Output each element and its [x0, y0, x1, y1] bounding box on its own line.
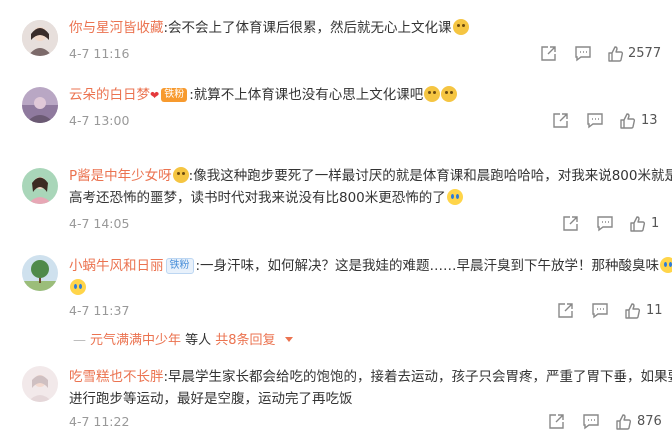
doge-emoji-icon — [441, 86, 458, 102]
username-link[interactable]: P酱是中年少女呀 — [69, 168, 172, 184]
share-icon[interactable] — [562, 215, 579, 232]
chevron-down-icon[interactable] — [284, 332, 294, 347]
comment-body: :早晨学生家长都会给吃的饱饱的，接着去运动，孩子只会胃疼，严重了胃下垂，如果要 — [163, 369, 672, 385]
doge-emoji-icon — [452, 19, 469, 35]
comment-body: :就算不上体育课也没有心思上文化课吧 — [189, 87, 424, 103]
comment-text: P酱是中年少女呀 :像我这种跑步要死了一样最讨厌的就是体育课和晨跑哈哈哈，对我来说… — [69, 165, 672, 187]
username-link[interactable]: 吃雪糕也不长胖 — [69, 369, 164, 385]
fan-badge: 铁粉 — [165, 258, 194, 274]
like-count: 1 — [651, 216, 660, 231]
comment-icon[interactable] — [582, 413, 600, 430]
reply-mid-text: 等人 — [181, 333, 216, 348]
reply-divider: — — [73, 333, 86, 348]
comment-actions: 2577 — [0, 45, 672, 63]
like-icon[interactable] — [629, 215, 646, 232]
comment-text: 你与星河皆收藏:会不会上了体育课后很累，然后就无心上文化课 — [69, 17, 469, 39]
like-count: 11 — [646, 303, 663, 318]
comment-text: 吃雪糕也不长胖:早晨学生家长都会给吃的饱饱的，接着去运动，孩子只会胃疼，严重了胃… — [69, 366, 672, 388]
comment-body: 高考还恐怖的噩梦，读书时代对我来说没有比800米更恐怖的了 — [69, 190, 446, 206]
username-link[interactable]: 你与星河皆收藏 — [69, 20, 164, 36]
comment-text-line — [69, 277, 86, 299]
comment-icon[interactable] — [574, 45, 592, 62]
like-icon[interactable] — [619, 112, 636, 129]
share-icon[interactable] — [540, 45, 557, 62]
comment-actions: 1 — [0, 215, 672, 233]
comment-icon[interactable] — [586, 112, 604, 129]
like-icon[interactable] — [615, 413, 632, 430]
like-count: 876 — [637, 414, 662, 429]
like-icon[interactable] — [607, 45, 624, 62]
username-link[interactable]: 小蜗牛风和日丽 — [69, 258, 164, 274]
heart-eyes-emoji-icon — [172, 167, 189, 183]
comment-actions: 11 — [0, 302, 672, 320]
replies-summary[interactable]: — 元气满满中少年 等人 共8条回复 — [73, 329, 294, 348]
reply-user-link[interactable]: 元气满满中少年 — [90, 333, 181, 348]
username-link[interactable]: 云朵的白日梦 — [69, 87, 150, 103]
comment-body: :会不会上了体育课后很累，然后就无心上文化课 — [163, 20, 452, 36]
comment-icon[interactable] — [591, 302, 609, 319]
comment-actions: 13 — [0, 112, 672, 130]
avatar[interactable] — [22, 255, 58, 291]
comment-body: :一身汗味，如何解决？这是我娃的难题……早晨汗臭到下午放学！那种酸臭味 — [195, 258, 660, 274]
doge-emoji-icon — [424, 86, 441, 102]
laugh-cry-emoji-icon — [70, 279, 86, 295]
comment-text-line: 高考还恐怖的噩梦，读书时代对我来说没有比800米更恐怖的了 — [69, 187, 463, 209]
comment-icon[interactable] — [596, 215, 614, 232]
view-replies-link[interactable]: 共8条回复 — [215, 333, 275, 348]
avatar[interactable] — [22, 366, 58, 402]
like-count: 13 — [641, 113, 658, 128]
comment-text: 小蜗牛风和日丽 铁粉:一身汗味，如何解决？这是我娃的难题……早晨汗臭到下午放学！那… — [69, 255, 672, 277]
share-icon[interactable] — [552, 112, 569, 129]
share-icon[interactable] — [557, 302, 574, 319]
comment-text: 云朵的白日梦❤ 铁粉:就算不上体育课也没有心思上文化课吧 — [69, 84, 458, 107]
laugh-cry-emoji-icon — [660, 257, 672, 273]
fan-badge: 铁粉 — [161, 88, 188, 102]
like-count: 2577 — [628, 46, 662, 61]
laugh-cry-emoji-icon — [446, 189, 463, 205]
comment-actions: 876 — [0, 413, 672, 431]
comment-text-line: 进行跑步等运动，最好是空腹，运动完了再吃饭 — [69, 388, 353, 410]
like-icon[interactable] — [624, 302, 641, 319]
share-icon[interactable] — [548, 413, 565, 430]
avatar[interactable] — [22, 168, 58, 204]
heart-icon: ❤ — [150, 89, 160, 102]
comment-body: :像我这种跑步要死了一样最讨厌的就是体育课和晨跑哈哈哈，对我来说800米就是比 — [188, 168, 672, 184]
comment-body: 进行跑步等运动，最好是空腹，运动完了再吃饭 — [69, 391, 353, 407]
